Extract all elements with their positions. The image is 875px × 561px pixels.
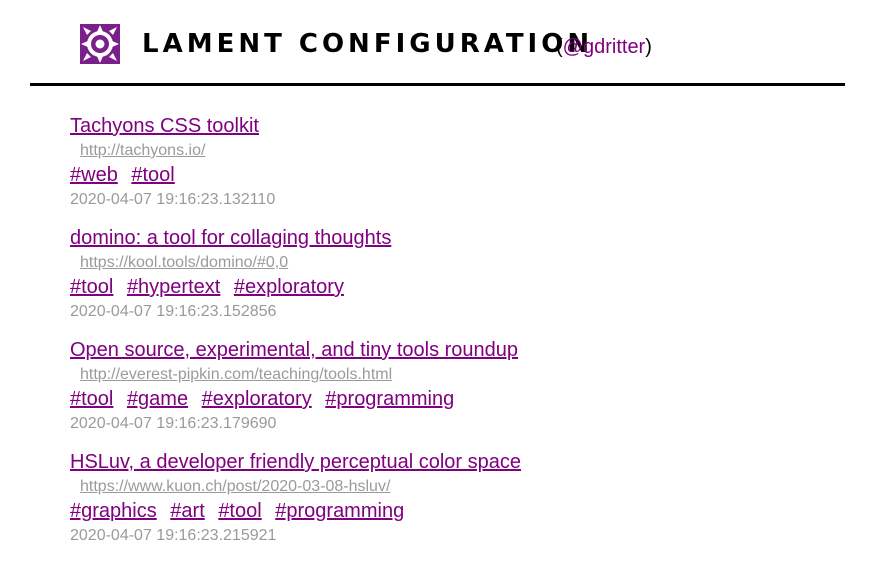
entry-url-link[interactable]: https://kool.tools/domino/#0,0 [80,251,830,274]
link-entry: Open source, experimental, and tiny tool… [70,337,830,449]
tag-link[interactable]: #exploratory [234,276,344,298]
tag-link[interactable]: #game [127,388,188,410]
tag-list: #web #tool [70,162,830,188]
tag-list: #tool #hypertext #exploratory [70,274,830,300]
site-header: LAMENT CONFIGURATION (@gdritter) [0,0,875,86]
tag-list: #tool #game #exploratory #programming [70,386,830,412]
entry-url-link[interactable]: http://tachyons.io/ [80,139,830,162]
entry-title-link[interactable]: domino: a tool for collaging thoughts [70,225,830,251]
header-divider [30,83,845,86]
entry-timestamp: 2020-04-07 19:16:23.215921 [70,527,277,544]
tag-link[interactable]: #tool [70,388,113,410]
author-handle: (@gdritter) [556,35,652,59]
entry-url-link[interactable]: https://www.kuon.ch/post/2020-03-08-hslu… [80,475,830,498]
link-entry: HSLuv, a developer friendly perceptual c… [70,449,830,561]
link-list: Tachyons CSS toolkit http://tachyons.io/… [70,113,830,561]
link-entry: domino: a tool for collaging thoughts ht… [70,225,830,337]
entry-timestamp: 2020-04-07 19:16:23.152856 [70,303,277,320]
tag-link[interactable]: #programming [325,388,454,410]
entry-title-link[interactable]: HSLuv, a developer friendly perceptual c… [70,449,830,475]
tag-link[interactable]: #web [70,164,118,186]
tag-link[interactable]: #exploratory [202,388,312,410]
entry-url-link[interactable]: http://everest-pipkin.com/teaching/tools… [80,363,830,386]
handle-open-paren: ( [556,36,563,58]
lament-configuration-logo-icon[interactable] [80,24,120,64]
entry-title-link[interactable]: Open source, experimental, and tiny tool… [70,337,830,363]
link-entry: Tachyons CSS toolkit http://tachyons.io/… [70,113,830,225]
entry-timestamp: 2020-04-07 19:16:23.179690 [70,415,277,432]
tag-link[interactable]: #tool [218,500,261,522]
tag-link[interactable]: #tool [131,164,174,186]
entry-title-link[interactable]: Tachyons CSS toolkit [70,113,830,139]
tag-link[interactable]: #graphics [70,500,157,522]
tag-link[interactable]: #tool [70,276,113,298]
entry-timestamp: 2020-04-07 19:16:23.132110 [70,191,276,208]
handle-close-paren: ) [645,36,652,58]
tag-link[interactable]: #hypertext [127,276,220,298]
tag-list: #graphics #art #tool #programming [70,498,830,524]
author-handle-link[interactable]: @gdritter [563,36,646,58]
tag-link[interactable]: #programming [275,500,404,522]
tag-link[interactable]: #art [170,500,204,522]
site-title: LAMENT CONFIGURATION [142,29,594,59]
